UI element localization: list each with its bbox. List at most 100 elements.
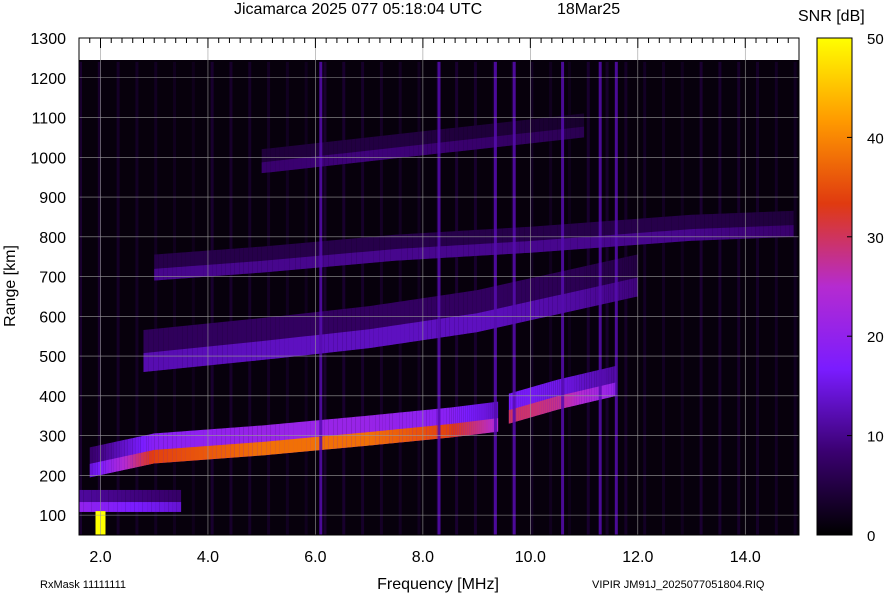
trace-4F	[306, 156, 311, 169]
trace-2F	[391, 325, 397, 345]
trace-2F	[378, 327, 383, 347]
trace-F1	[406, 428, 410, 442]
trace-F2	[579, 390, 582, 405]
trace-3F	[624, 233, 632, 246]
noise-column	[248, 61, 252, 535]
trace-4F	[427, 143, 432, 155]
interference-line	[561, 61, 565, 535]
trace-2F	[279, 338, 285, 359]
trace-3F	[684, 229, 692, 242]
trace-4F	[346, 152, 352, 164]
trace-2F	[173, 349, 178, 370]
colorbar	[816, 37, 853, 536]
trace-F1	[151, 449, 155, 465]
trace-2F	[624, 280, 627, 300]
trace-F1	[473, 420, 476, 435]
trace-F1	[477, 420, 480, 435]
x-tick-label: 12.0	[622, 549, 653, 566]
trace-F1	[432, 425, 437, 440]
trace-2F	[633, 278, 636, 298]
trace-4F	[472, 138, 477, 150]
trace-F2	[584, 389, 587, 404]
trace-F1	[451, 423, 454, 438]
trace-F1	[158, 449, 164, 464]
trace-3F	[691, 228, 696, 241]
trace-F1	[328, 435, 334, 450]
interference-line	[614, 61, 618, 535]
trace-2F	[266, 340, 271, 360]
trace-3F	[577, 237, 585, 250]
trace-2F	[143, 352, 149, 372]
trace-4F	[310, 156, 316, 168]
noise-column	[718, 61, 722, 535]
trace-2F	[404, 323, 410, 343]
trace-2F	[454, 315, 459, 336]
trace-F1	[221, 444, 226, 459]
trace-4F	[301, 157, 307, 169]
trace-2F	[543, 297, 549, 318]
trace-3F	[502, 242, 508, 255]
trace-2F	[463, 314, 468, 335]
x-tick-label: 4.0	[197, 549, 219, 566]
trace-F1	[457, 422, 460, 437]
trace-3F	[463, 244, 469, 257]
trace-F1	[248, 442, 253, 457]
trace-2F	[369, 328, 374, 349]
trace-F2	[547, 398, 550, 413]
trace-3F	[570, 237, 578, 250]
trace-F1	[261, 441, 267, 456]
trace-E	[134, 502, 139, 512]
trace-F1	[154, 449, 159, 464]
trace-F2	[551, 397, 554, 412]
trace-E	[147, 502, 152, 512]
trace-3F	[239, 262, 244, 275]
trace-F1	[293, 438, 298, 453]
trace-4F	[284, 159, 289, 171]
interference-line	[319, 61, 323, 535]
trace-2F	[217, 345, 223, 365]
trace-2F	[306, 335, 311, 356]
trace-E	[172, 502, 177, 512]
trace-F2	[611, 382, 614, 397]
trace-3F	[407, 247, 413, 260]
trace-4F	[476, 138, 482, 150]
trace-F1	[234, 443, 240, 458]
trace-4F	[557, 129, 562, 141]
trace-4F	[552, 129, 558, 141]
trace-3F	[590, 236, 598, 249]
colorbar-tick-label: 40	[867, 130, 884, 147]
trace-E	[151, 502, 156, 512]
trace-2F	[227, 344, 233, 364]
trace-F1	[176, 447, 182, 462]
trace-2F	[400, 323, 405, 344]
trace-2F	[275, 339, 280, 359]
trace-4F	[382, 148, 388, 160]
trace-3F	[158, 268, 164, 281]
x-axis-label: Frequency [MHz]	[377, 576, 499, 593]
trace-2F	[445, 317, 450, 337]
noise-column	[361, 61, 365, 535]
trace-F2	[545, 399, 548, 414]
trace-E	[125, 502, 131, 512]
trace-4F	[351, 151, 356, 164]
trace-F1	[463, 422, 466, 436]
trace-F1	[315, 436, 320, 451]
trace-F1	[257, 441, 262, 456]
trace-4F	[315, 155, 320, 168]
trace-3F	[550, 239, 558, 252]
trace-F1	[172, 448, 177, 463]
noise-column	[737, 61, 741, 535]
trace-3F	[272, 259, 279, 272]
trace-2F	[351, 330, 356, 351]
trace-F2	[571, 392, 575, 407]
trace-2F	[346, 331, 352, 351]
trace-4F	[445, 141, 450, 153]
y-tick-label: 800	[39, 230, 66, 247]
trace-F1	[194, 446, 199, 461]
trace-2F	[626, 279, 629, 299]
trace-2F	[575, 290, 580, 311]
trace-3F	[424, 246, 430, 259]
colorbar-tick-label: 50	[867, 31, 884, 48]
trace-3F	[704, 228, 709, 241]
trace-F1	[103, 460, 106, 475]
